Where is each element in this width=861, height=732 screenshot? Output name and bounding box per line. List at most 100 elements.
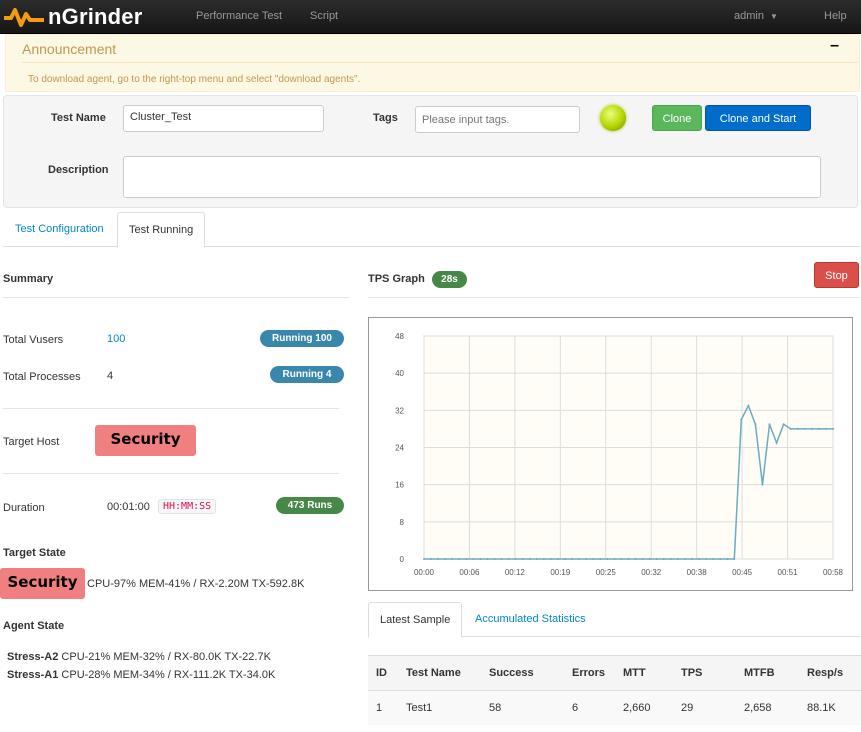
nav-script[interactable]: Script	[310, 10, 338, 22]
target-state-label: Target State	[3, 547, 66, 559]
data-point	[585, 558, 588, 560]
y-tick-label: 48	[395, 332, 404, 341]
agent-stats: CPU-28% MEM-34% / RX-111.2K TX-34.0K	[61, 669, 276, 681]
data-point	[571, 558, 574, 560]
announcement-title: Announcement	[22, 41, 117, 57]
x-tick-label: 00:12	[505, 568, 526, 577]
data-point	[810, 427, 813, 430]
x-tick-label: 00:58	[823, 568, 844, 577]
clone-and-start-button[interactable]: Clone and Start	[705, 105, 811, 131]
nav-performance-test[interactable]: Performance Test	[196, 10, 282, 22]
data-point	[521, 558, 524, 560]
data-point	[458, 558, 461, 560]
data-point	[606, 558, 609, 560]
x-tick-label: 00:06	[459, 568, 480, 577]
x-tick-label: 00:19	[550, 568, 571, 577]
data-point	[564, 558, 567, 560]
user-menu[interactable]: admin ▼	[734, 10, 778, 22]
data-point	[430, 558, 433, 560]
data-point	[775, 441, 778, 444]
nav-help[interactable]: Help	[824, 10, 847, 22]
data-point	[627, 558, 630, 560]
data-point	[620, 558, 623, 560]
data-point	[789, 427, 792, 430]
data-point	[507, 558, 510, 560]
tab-test-running[interactable]: Test Running	[117, 212, 206, 248]
stop-button[interactable]: Stop	[814, 262, 859, 288]
data-point	[451, 558, 454, 560]
tps-chart-svg: 00:00 00:06 00:12 00:19 00:25 00:32 00:38 00:45…	[395, 332, 844, 577]
y-tick-label: 24	[395, 444, 404, 453]
column-header: MTT	[615, 655, 673, 691]
column-header: MTFB	[736, 655, 799, 691]
total-processes-value: 4	[107, 370, 114, 382]
data-point	[761, 483, 764, 486]
tags-label: Tags	[373, 112, 398, 124]
duration-format-code: HH:MM:SS	[158, 499, 217, 514]
divider	[368, 297, 860, 298]
x-tick-label: 00:00	[414, 568, 435, 577]
data-point	[556, 558, 559, 560]
brand-logo[interactable]: nGrinder	[4, 2, 143, 32]
user-name: admin	[734, 10, 764, 22]
x-tick-label: 00:38	[687, 568, 708, 577]
table-cell: 2,658	[736, 690, 799, 725]
tags-input[interactable]	[415, 106, 580, 133]
table-cell: 6	[564, 690, 615, 725]
data-point	[747, 404, 750, 407]
table-cell: 1	[368, 690, 398, 725]
table-cell: 2,660	[615, 690, 673, 725]
tab-latest-sample[interactable]: Latest Sample	[368, 602, 463, 638]
data-point	[634, 558, 637, 560]
table-row: 1 Test1 58 6 2,660 29 2,658 88.1K	[368, 690, 861, 725]
tps-chart: 00:00 00:06 00:12 00:19 00:25 00:32 00:38 00:45…	[368, 317, 853, 591]
divider	[3, 473, 339, 474]
data-point	[683, 558, 686, 560]
agent-row: Stress-A1 CPU-28% MEM-34% / RX-111.2K TX…	[7, 669, 275, 681]
test-name-label: Test Name	[51, 112, 106, 124]
data-point	[444, 558, 447, 560]
data-point	[472, 558, 475, 560]
data-point	[655, 558, 658, 560]
data-point	[500, 558, 503, 560]
running-vusers-badge: Running 100	[260, 330, 344, 347]
data-point	[719, 558, 722, 560]
data-point	[578, 558, 581, 560]
collapse-button[interactable]: –	[830, 37, 839, 55]
data-point	[423, 558, 425, 560]
pulse-icon	[4, 8, 44, 27]
top-navbar: nGrinder Performance Test Script admin ▼…	[0, 0, 861, 34]
column-header: Errors	[564, 655, 615, 691]
duration-label: Duration	[3, 502, 45, 514]
divider	[3, 297, 349, 298]
data-point	[528, 558, 531, 560]
y-tick-label: 0	[400, 555, 405, 564]
data-point	[592, 558, 595, 560]
agent-stats: CPU-21% MEM-32% / RX-80.0K TX-22.7K	[61, 651, 271, 663]
target-host-label: Target Host	[3, 436, 60, 448]
description-input[interactable]	[123, 156, 821, 198]
data-point	[698, 558, 701, 560]
table-header-row: ID Test Name Success Errors MTT TPS MTFB…	[368, 655, 861, 691]
agent-name: Stress-A1	[7, 669, 59, 681]
tab-accumulated-statistics[interactable]: Accumulated Statistics	[475, 602, 586, 637]
column-header: Success	[481, 655, 564, 691]
description-label: Description	[48, 164, 109, 176]
column-header: Resp/s	[799, 655, 861, 691]
x-tick-label: 00:32	[641, 568, 662, 577]
tab-test-configuration[interactable]: Test Configuration	[4, 212, 115, 247]
total-processes-label: Total Processes	[3, 371, 81, 383]
summary-title: Summary	[3, 273, 54, 285]
column-header: Test Name	[398, 655, 481, 691]
data-point	[824, 427, 827, 430]
clone-button[interactable]: Clone	[652, 105, 702, 131]
data-point	[740, 418, 743, 421]
y-tick-label: 32	[395, 406, 404, 415]
announcement-message: To download agent, go to the right-top m…	[28, 74, 361, 85]
test-name-input[interactable]: Cluster_Test	[123, 105, 324, 132]
data-point	[782, 423, 785, 426]
status-indicator-icon	[600, 105, 626, 131]
x-tick-label: 00:51	[778, 568, 799, 577]
elapsed-badge: 28s	[432, 271, 467, 288]
security-redaction: Security	[95, 425, 196, 456]
